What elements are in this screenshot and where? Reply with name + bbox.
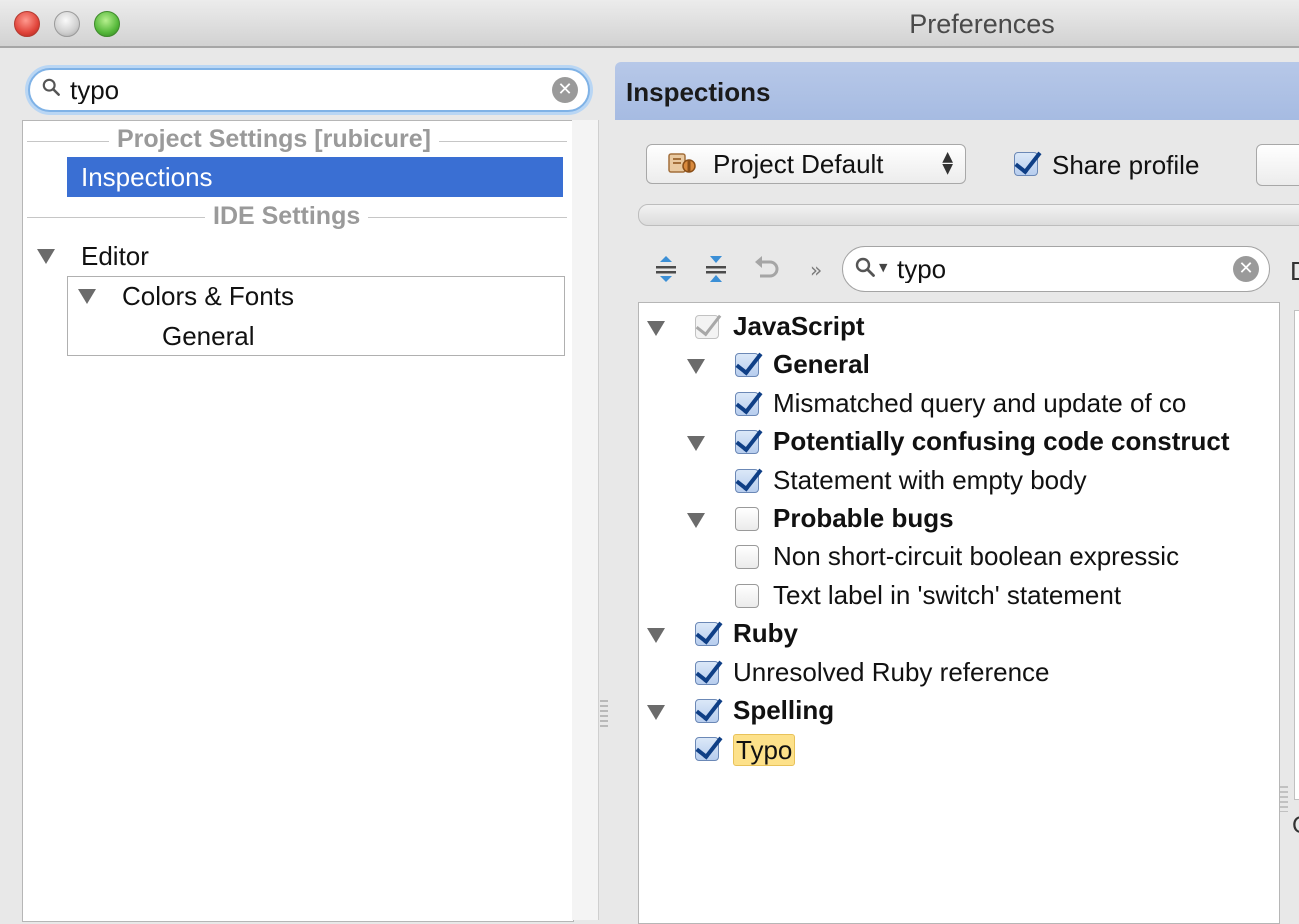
clear-icon[interactable]: ✕ [552,77,578,103]
tree-row-mismatched[interactable]: Mismatched query and update of co [639,386,1279,422]
expand-triangle-icon[interactable] [647,705,665,720]
updown-arrows-icon: ▲ ▼ [942,149,953,177]
probable-bugs-checkbox[interactable] [735,507,759,531]
typo-label: Typo [733,734,796,767]
tree-row-js-general[interactable]: General [639,347,1279,383]
search-icon [42,78,60,96]
inspection-search-input[interactable] [897,255,1217,283]
expand-triangle-icon[interactable] [37,249,55,264]
settings-search-field[interactable]: ✕ [28,68,590,112]
expand-triangle-icon[interactable] [647,628,665,644]
reset-icon[interactable] [752,252,780,284]
profile-options-button[interactable] [1256,144,1299,186]
splitter-handle[interactable] [1280,786,1288,812]
tree-scrollbar[interactable] [572,120,599,920]
non-short-circuit-label: Non short-circuit boolean expressic [773,541,1180,572]
chevron-right-double-icon[interactable]: » [810,258,822,282]
options-label: C [1292,812,1299,840]
settings-search-input[interactable] [70,76,550,104]
tree-row-typo[interactable]: Typo [639,731,1279,767]
spelling-checkbox[interactable] [695,699,719,723]
javascript-label: JavaScript [733,311,865,341]
progress-bar [638,204,1299,226]
js-general-label: General [773,349,870,380]
tree-row-javascript[interactable]: JavaScript [639,309,1279,345]
inspection-search-field[interactable]: ▼ ✕ [842,246,1270,292]
colors-fonts-group: Colors & Fonts General [67,276,565,356]
text-label-label: Text label in 'switch' statement [773,579,1122,610]
expand-triangle-icon[interactable] [687,359,705,375]
window-title: Preferences [909,9,1055,39]
javascript-checkbox[interactable] [695,315,719,339]
tree-item-label: Inspections [81,162,213,192]
tree-row-text-label[interactable]: Text label in 'switch' statement [639,578,1279,614]
unresolved-ruby-checkbox[interactable] [695,660,719,685]
tree-row-unresolved-ruby[interactable]: Unresolved Ruby reference [639,655,1279,691]
unresolved-ruby-label: Unresolved Ruby reference [733,656,1050,687]
description-label: D [1290,256,1299,287]
spelling-label: Spelling [733,695,835,725]
confusing-label: Potentially confusing code construct [773,426,1230,457]
tree-row-non-short-circuit[interactable]: Non short-circuit boolean expressic [639,539,1279,575]
tree-item-general[interactable]: General [162,321,255,352]
tree-row-empty-body[interactable]: Statement with empty body [639,463,1279,499]
search-icon [855,257,875,277]
settings-tree: Project Settings [rubicure] IDE Settings… [22,120,574,922]
expand-triangle-icon[interactable] [687,436,705,452]
share-profile-label[interactable]: Share profile [1052,150,1199,181]
ruby-checkbox[interactable] [695,622,719,647]
tree-row-confusing[interactable]: Potentially confusing code construct [639,424,1279,460]
share-profile-checkbox[interactable] [1014,152,1038,176]
section-ide-settings: IDE Settings [205,202,369,231]
empty-body-label: Statement with empty body [773,464,1087,495]
section-project-settings: Project Settings [rubicure] [109,125,439,154]
panel-title: Inspections [626,77,771,107]
panel-header: Inspections [615,62,1299,120]
tree-item-inspections[interactable]: Inspections [67,157,563,197]
js-general-checkbox[interactable] [735,353,759,378]
probable-bugs-label: Probable bugs [773,503,954,533]
profile-dropdown[interactable]: Project Default ▲ ▼ [646,144,966,184]
description-panel [1294,310,1299,800]
profile-selected-value: Project Default [713,149,884,179]
tree-row-ruby[interactable]: Ruby [639,616,1279,652]
expand-triangle-icon[interactable] [687,513,705,528]
clear-icon[interactable]: ✕ [1233,256,1259,282]
title-bar: Preferences [0,0,1299,48]
tree-row-spelling[interactable]: Spelling [639,693,1279,729]
tree-item-colors-fonts[interactable]: Colors & Fonts [122,281,294,312]
splitter-handle[interactable] [600,700,608,730]
profile-icon [668,153,696,173]
confusing-checkbox[interactable] [735,430,759,455]
ruby-label: Ruby [733,618,798,649]
mismatched-checkbox[interactable] [735,391,759,416]
expand-triangle-icon[interactable] [647,321,665,336]
collapse-all-icon[interactable] [702,252,730,284]
tree-item-editor[interactable]: Editor [81,241,149,272]
mismatched-label: Mismatched query and update of co [773,387,1187,418]
search-options-icon[interactable]: ▼ [879,261,887,274]
typo-checkbox[interactable] [695,737,719,762]
non-short-circuit-checkbox[interactable] [735,545,759,570]
tree-row-probable-bugs[interactable]: Probable bugs [639,501,1279,537]
expand-all-icon[interactable] [652,252,680,284]
inspection-tree: JavaScript General Mismatched query and up… [638,302,1280,924]
text-label-checkbox[interactable] [735,583,759,608]
empty-body-checkbox[interactable] [735,468,759,493]
expand-triangle-icon[interactable] [78,289,96,304]
